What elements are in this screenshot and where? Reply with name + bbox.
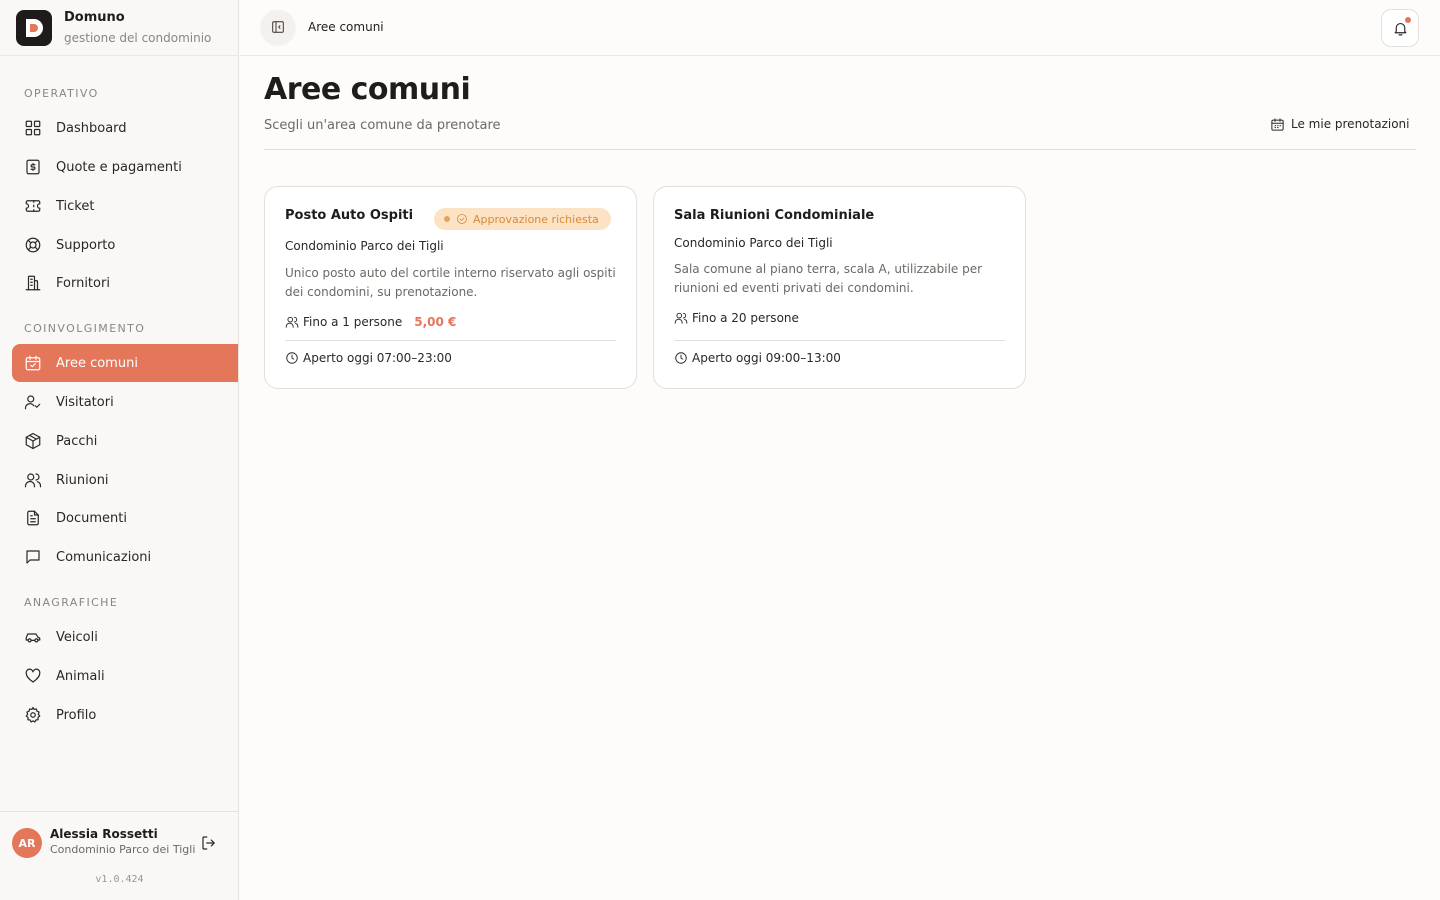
sidebar-item-profilo[interactable]: Profilo <box>12 696 238 734</box>
sidebar-item-label: Fornitori <box>56 275 110 291</box>
lifebuoy-icon <box>25 237 41 253</box>
card-divider <box>285 340 616 341</box>
car-icon <box>25 633 41 643</box>
grid-icon <box>25 120 41 136</box>
sidebar-item-label: Dashboard <box>56 120 127 136</box>
section-label-coinvolgimento: COINVOLGIMENTO <box>24 322 146 335</box>
brand-name: Domuno <box>64 9 125 25</box>
my-bookings-label: Le mie prenotazioni <box>1291 117 1410 131</box>
panel-left-icon <box>272 21 284 33</box>
calendar-check-icon <box>25 355 41 371</box>
notifications-button[interactable] <box>1381 9 1419 47</box>
user-panel: AR Alessia Rossetti Condominio Parco dei… <box>0 811 239 900</box>
card-title: Posto Auto Ospiti <box>285 208 414 223</box>
area-card-posto-auto[interactable]: Posto Auto Ospiti Approvazione richiesta… <box>264 186 637 389</box>
sidebar-item-fornitori[interactable]: Fornitori <box>12 264 238 302</box>
price-label: 5,00 € <box>414 315 457 329</box>
card-title: Sala Riunioni Condominiale <box>674 208 875 223</box>
topbar: Aree comuni <box>240 0 1440 56</box>
sidebar-item-label: Aree comuni <box>56 355 138 371</box>
breadcrumb: Aree comuni <box>308 20 384 34</box>
sidebar-item-visitatori[interactable]: Visitatori <box>12 383 238 421</box>
sidebar-item-documenti[interactable]: Documenti <box>12 499 238 537</box>
sidebar-item-comunicazioni[interactable]: Comunicazioni <box>12 538 238 576</box>
page-title: Aree comuni <box>264 72 471 107</box>
receipt-icon <box>26 159 40 175</box>
check-circle-icon <box>457 214 467 224</box>
card-hours: Aperto oggi 07:00–23:00 <box>285 351 452 365</box>
header-divider <box>264 149 1416 150</box>
sidebar-item-label: Riunioni <box>56 472 109 488</box>
section-label-operativo: OPERATIVO <box>24 87 99 100</box>
clock-icon <box>286 352 298 364</box>
app-version: v1.0.424 <box>95 874 144 885</box>
card-description: Sala comune al piano terra, scala A, uti… <box>674 262 983 295</box>
sidebar: Domuno gestione del condominio OPERATIVO… <box>0 0 239 900</box>
brand-logo[interactable] <box>16 9 52 46</box>
sidebar-item-label: Profilo <box>56 707 97 723</box>
sidebar-item-quote-pagamenti[interactable]: Quote e pagamenti <box>12 148 238 186</box>
card-hours: Aperto oggi 09:00–13:00 <box>674 351 841 365</box>
card-description: Unico posto auto del cortile interno ris… <box>285 266 616 299</box>
hours-label: Aperto oggi 09:00–13:00 <box>692 351 841 365</box>
sidebar-item-label: Comunicazioni <box>56 549 152 565</box>
users-icon <box>674 312 688 324</box>
capacity-label: Fino a 20 persone <box>692 311 799 325</box>
sidebar-item-animali[interactable]: Animali <box>12 657 238 695</box>
badge-dot <box>444 216 450 222</box>
sidebar-item-label: Veicoli <box>56 629 98 645</box>
building-icon <box>25 275 41 291</box>
heart-icon <box>25 668 41 683</box>
my-bookings-button[interactable]: Le mie prenotazioni <box>1262 111 1417 137</box>
sidebar-item-supporto[interactable]: Supporto <box>12 226 238 264</box>
user-condominium: Condominio Parco dei Tigli <box>50 843 196 856</box>
sidebar-item-label: Visitatori <box>56 394 114 410</box>
card-capacity: Fino a 20 persone <box>674 311 799 325</box>
user-name: Alessia Rossetti <box>50 827 158 841</box>
users-icon <box>24 473 42 488</box>
gear-icon <box>25 706 41 723</box>
sidebar-toggle-button[interactable] <box>261 10 295 44</box>
avatar[interactable]: AR <box>12 828 42 858</box>
card-capacity: Fino a 1 persone 5,00 € <box>285 315 456 329</box>
calendar-icon <box>1271 117 1284 131</box>
sidebar-item-ticket[interactable]: Ticket <box>12 187 238 225</box>
domuno-logo-icon <box>26 18 43 37</box>
user-check-icon <box>24 395 41 410</box>
card-condominium: Condominio Parco dei Tigli <box>285 239 444 253</box>
notification-dot <box>1405 17 1411 23</box>
package-icon <box>25 432 41 450</box>
section-label-anagrafiche: ANAGRAFICHE <box>24 596 119 609</box>
ticket-icon <box>25 200 41 212</box>
badge-label: Approvazione richiesta <box>473 212 599 226</box>
sidebar-item-pacchi[interactable]: Pacchi <box>12 422 238 460</box>
brand-subtitle: gestione del condominio <box>64 30 212 45</box>
sidebar-item-label: Supporto <box>56 237 116 253</box>
brand-header: Domuno gestione del condominio <box>0 0 238 56</box>
sidebar-item-label: Documenti <box>56 510 127 526</box>
clock-icon <box>675 352 687 364</box>
approval-badge: Approvazione richiesta <box>434 208 611 230</box>
message-icon <box>26 550 40 564</box>
capacity-label: Fino a 1 persone <box>303 315 403 329</box>
sidebar-item-label: Ticket <box>56 198 95 214</box>
sidebar-item-label: Pacchi <box>56 433 98 449</box>
logout-icon[interactable] <box>200 834 218 852</box>
sidebar-item-label: Quote e pagamenti <box>56 159 182 175</box>
area-card-sala-riunioni[interactable]: Sala Riunioni Condominiale Condominio Pa… <box>653 186 1026 389</box>
document-icon <box>27 510 39 526</box>
hours-label: Aperto oggi 07:00–23:00 <box>303 351 452 365</box>
card-divider <box>674 340 1005 341</box>
card-condominium: Condominio Parco dei Tigli <box>674 236 833 250</box>
sidebar-item-veicoli[interactable]: Veicoli <box>12 618 238 656</box>
users-icon <box>285 316 299 328</box>
page-subtitle: Scegli un'area comune da prenotare <box>264 118 501 133</box>
sidebar-item-label: Animali <box>56 668 105 684</box>
sidebar-item-aree-comuni[interactable]: Aree comuni <box>12 344 238 382</box>
sidebar-item-riunioni[interactable]: Riunioni <box>12 461 238 499</box>
sidebar-item-dashboard[interactable]: Dashboard <box>12 109 238 147</box>
